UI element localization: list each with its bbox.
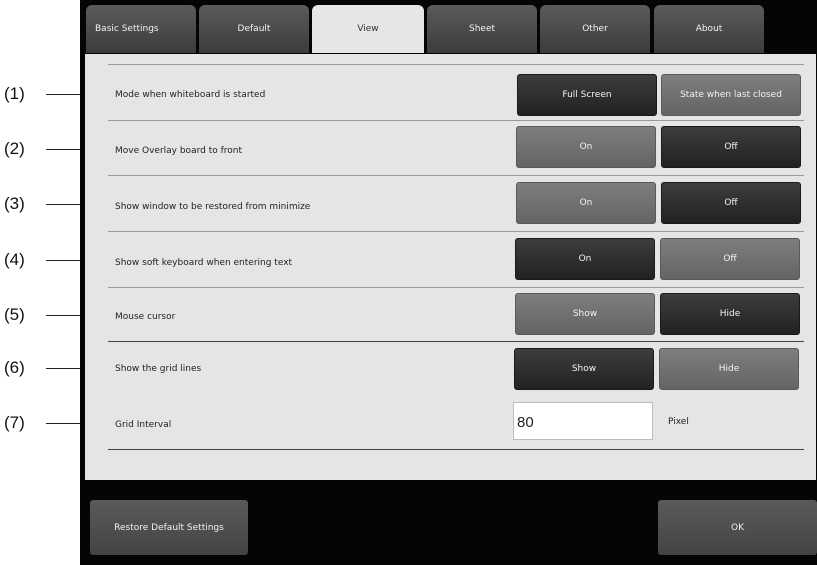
tab-default[interactable]: Default	[199, 5, 309, 53]
restore-minimize-off-button[interactable]: Off	[661, 182, 801, 224]
mouse-cursor-show-button[interactable]: Show	[515, 293, 655, 335]
divider	[108, 341, 804, 342]
row-label-soft-keyboard: Show soft keyboard when entering text	[115, 258, 293, 268]
row-label-grid-interval: Grid Interval	[115, 420, 172, 430]
tab-basic-settings[interactable]: Basic Settings	[86, 5, 196, 53]
callout-number: (4)	[4, 250, 25, 269]
soft-keyboard-off-button[interactable]: Off	[660, 238, 800, 280]
restore-default-settings-button[interactable]: Restore Default Settings	[90, 500, 248, 555]
row-label-grid-lines: Show the grid lines	[115, 364, 202, 374]
divider	[108, 120, 804, 121]
divider	[108, 231, 804, 232]
grid-interval-input[interactable]: 80	[513, 402, 653, 440]
row-label-overlay-front: Move Overlay board to front	[115, 146, 243, 156]
callout-number: (6)	[4, 358, 25, 377]
callout-number: (7)	[4, 413, 25, 432]
tab-other[interactable]: Other	[540, 5, 650, 53]
row-label-whiteboard-start-mode: Mode when whiteboard is started	[115, 90, 266, 100]
callout-number: (5)	[4, 305, 25, 324]
grid-interval-unit: Pixel	[668, 417, 689, 427]
restore-minimize-on-button[interactable]: On	[516, 182, 656, 224]
soft-keyboard-on-button[interactable]: On	[515, 238, 655, 280]
state-when-last-closed-button[interactable]: State when last closed	[661, 74, 801, 116]
row-label-restore-from-minimize: Show window to be restored from minimize	[115, 202, 311, 212]
grid-lines-hide-button[interactable]: Hide	[659, 348, 799, 390]
divider	[108, 287, 804, 288]
row-label-mouse-cursor: Mouse cursor	[115, 312, 176, 322]
view-settings-panel: Mode when whiteboard is started Full Scr…	[85, 54, 816, 480]
tab-sheet[interactable]: Sheet	[427, 5, 537, 53]
callout-number: (3)	[4, 194, 25, 213]
tab-view[interactable]: View	[312, 5, 424, 53]
divider	[108, 64, 804, 65]
full-screen-button[interactable]: Full Screen	[517, 74, 657, 116]
overlay-front-off-button[interactable]: Off	[661, 126, 801, 168]
callout-number: (1)	[4, 84, 25, 103]
overlay-front-on-button[interactable]: On	[516, 126, 656, 168]
divider	[108, 175, 804, 176]
ok-button[interactable]: OK	[658, 500, 817, 555]
callout-number: (2)	[4, 139, 25, 158]
tab-about[interactable]: About	[654, 5, 764, 53]
grid-lines-show-button[interactable]: Show	[514, 348, 654, 390]
divider	[108, 449, 804, 450]
mouse-cursor-hide-button[interactable]: Hide	[660, 293, 800, 335]
